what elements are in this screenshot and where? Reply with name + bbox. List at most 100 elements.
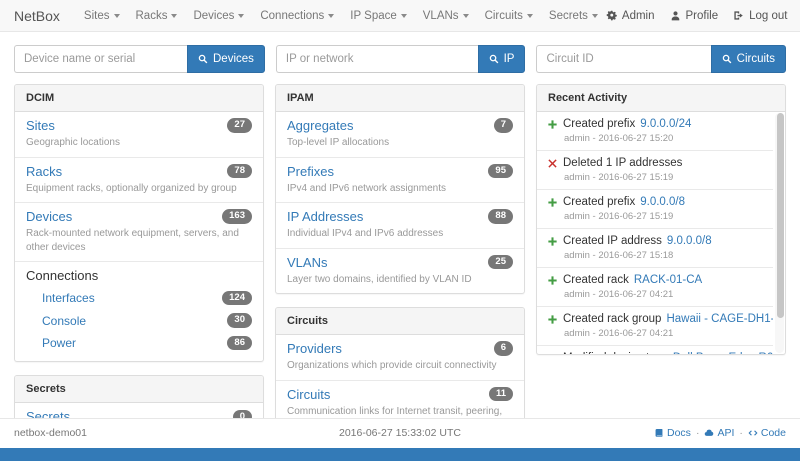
count-badge: 25 [488, 255, 513, 269]
bottom-accent-bar [0, 448, 800, 461]
item-description: Geographic locations [26, 136, 252, 150]
connections-row-power: Power 86 [26, 332, 252, 354]
circuits-item-providers: Providers6 Organizations which provide c… [276, 335, 524, 380]
device-search-input[interactable] [14, 45, 187, 73]
activity-object-link[interactable]: 9.0.0.0/8 [667, 235, 712, 247]
search-icon [489, 54, 499, 64]
item-description: Top-level IP allocations [287, 136, 513, 150]
panel-title: Secrets [15, 376, 263, 403]
dcim-item-sites: Sites27 Geographic locations [15, 112, 263, 157]
panel-title: IPAM [276, 85, 524, 112]
count-badge: 78 [227, 164, 252, 178]
dcim-item-devices: Devices163 Rack-mounted network equipmen… [15, 202, 263, 261]
api-link[interactable]: API [704, 427, 734, 439]
plus-icon [547, 197, 558, 208]
dcim-item-connections: Connections Interfaces 124 Console 30 Po… [15, 261, 263, 361]
chevron-down-icon [328, 14, 334, 18]
activity-object-link[interactable]: Hawaii - CAGE-DH1-01 [666, 313, 773, 325]
docs-link[interactable]: Docs [654, 427, 691, 439]
count-badge: 88 [488, 209, 513, 223]
activity-row: Created prefix9.0.0.0/8 admin - 2016-06-… [537, 189, 773, 228]
circuit-search-group: Circuits [536, 45, 786, 73]
recent-activity-panel: Recent Activity Created prefix9.0.0.0/24… [536, 84, 786, 355]
circuit-search-button[interactable]: Circuits [711, 45, 786, 73]
circuit-search-input[interactable] [536, 45, 710, 73]
sites-link[interactable]: Sites [26, 118, 55, 133]
circuits-link[interactable]: Circuits [287, 387, 330, 402]
item-description: Organizations which provide circuit conn… [287, 359, 513, 373]
nav-menu-secrets[interactable]: Secrets [549, 10, 598, 22]
activity-meta: admin - 2016-06-27 15:18 [547, 250, 773, 261]
netbox-brand[interactable]: NetBox [14, 8, 60, 24]
chevron-down-icon [592, 14, 598, 18]
nav-menu-ip-space[interactable]: IP Space [350, 10, 406, 22]
ip-search-button[interactable]: IP [478, 45, 526, 73]
activity-object-link[interactable]: RACK-01-CA [634, 274, 702, 286]
device-search-button[interactable]: Devices [187, 45, 265, 73]
connections-row-console: Console 30 [26, 309, 252, 331]
chevron-down-icon [401, 14, 407, 18]
plus-icon [547, 236, 558, 247]
book-icon [654, 428, 664, 438]
racks-link[interactable]: Racks [26, 164, 62, 179]
profile-link[interactable]: Profile [670, 10, 719, 22]
hostname: netbox-demo01 [14, 427, 271, 439]
nav-menu-connections[interactable]: Connections [260, 10, 334, 22]
plus-icon [547, 275, 558, 286]
item-description: Layer two domains, identified by VLAN ID [287, 273, 513, 287]
power-link[interactable]: Power [42, 336, 76, 350]
activity-meta: admin - 2016-06-27 04:21 [547, 328, 773, 339]
chevron-down-icon [463, 14, 469, 18]
column-right: Recent Activity Created prefix9.0.0.0/24… [536, 84, 786, 368]
plus-icon [547, 314, 558, 325]
panel-title: Circuits [276, 308, 524, 335]
activity-row: Created rack groupHawaii - CAGE-DH1-01 a… [537, 306, 773, 345]
ipam-panel: IPAM Aggregates 7 Top-level IP allocation… [275, 84, 525, 294]
connections-row-interfaces: Interfaces 124 [26, 287, 252, 309]
nav-menu-sites[interactable]: Sites [84, 10, 120, 22]
nav-menu-devices[interactable]: Devices [193, 10, 244, 22]
activity-object-link[interactable]: 9.0.0.0/24 [640, 118, 691, 130]
activity-row: Created prefix9.0.0.0/24 admin - 2016-06… [537, 112, 773, 150]
column-middle: IPAM Aggregates 7 Top-level IP allocation… [275, 84, 525, 453]
prefixes-link[interactable]: Prefixes [287, 164, 334, 179]
item-description: IPv4 and IPv6 network assignments [287, 182, 513, 196]
ip-addresses-link[interactable]: IP Addresses [287, 209, 363, 224]
activity-object-link[interactable]: 9.0.0.0/8 [640, 196, 685, 208]
count-badge: 30 [227, 313, 252, 327]
logout-icon [733, 10, 744, 21]
connections-header: Connections [26, 268, 252, 283]
nav-menu-racks[interactable]: Racks [136, 10, 178, 22]
activity-row: Modified device typeDell PowerEdge R630 [537, 345, 773, 354]
count-badge: 163 [222, 209, 252, 223]
separator-dot: · [739, 427, 743, 439]
search-icon [722, 54, 732, 64]
activity-meta: admin - 2016-06-27 15:19 [547, 211, 773, 222]
activity-row: Deleted 1 IP addresses admin - 2016-06-2… [537, 150, 773, 189]
providers-link[interactable]: Providers [287, 341, 342, 356]
ipam-item-prefixes: Prefixes95 IPv4 and IPv6 network assignm… [276, 157, 524, 203]
admin-link[interactable]: Admin [606, 10, 655, 22]
interfaces-link[interactable]: Interfaces [42, 291, 95, 305]
console-link[interactable]: Console [42, 314, 86, 328]
quick-search-row: Devices IP Circuits [0, 32, 800, 82]
aggregates-link[interactable]: Aggregates [287, 118, 354, 133]
logout-link[interactable]: Log out [733, 10, 787, 22]
count-badge: 7 [494, 118, 513, 132]
ipam-item-ip-addresses: IP Addresses88 Individual IPv4 and IPv6 … [276, 202, 524, 248]
ipam-item-aggregates: Aggregates 7 Top-level IP allocations [276, 112, 524, 157]
devices-link[interactable]: Devices [26, 209, 72, 224]
activity-scrollbar-thumb[interactable] [777, 113, 784, 318]
vlans-link[interactable]: VLANs [287, 255, 327, 270]
activity-object-link[interactable]: Dell PowerEdge R630 [673, 352, 773, 354]
nav-menu-vlans[interactable]: VLANs [423, 10, 469, 22]
dashboard-content: DCIM Sites27 Geographic locations Racks7… [0, 82, 800, 461]
chevron-down-icon [238, 14, 244, 18]
delete-icon [547, 158, 558, 169]
device-search-group: Devices [14, 45, 265, 73]
code-link[interactable]: Code [748, 427, 786, 439]
plus-icon [547, 119, 558, 130]
code-icon [748, 428, 758, 438]
nav-menu-circuits[interactable]: Circuits [485, 10, 533, 22]
ip-search-input[interactable] [276, 45, 478, 73]
